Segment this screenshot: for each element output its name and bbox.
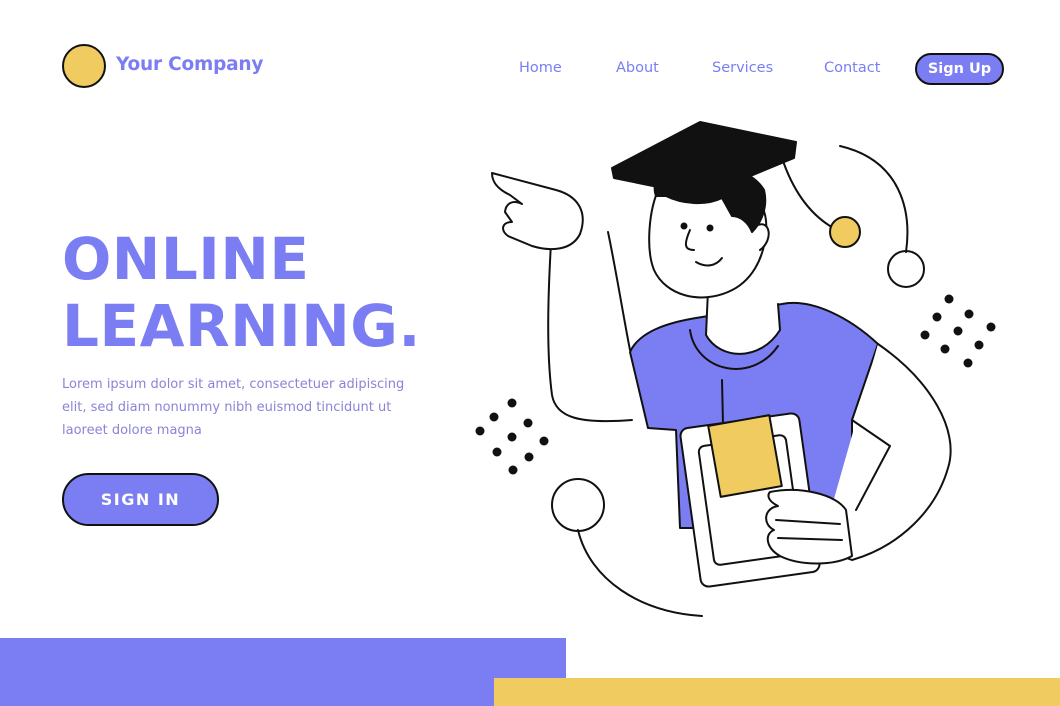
cap-tassel-ball bbox=[829, 216, 861, 248]
book-yellow bbox=[707, 414, 783, 498]
graduate-student-illustration bbox=[475, 121, 996, 617]
pointing-hand bbox=[491, 172, 584, 251]
outline-circle-left bbox=[551, 478, 605, 532]
bottom-band-purple bbox=[0, 638, 566, 706]
left-arm bbox=[547, 225, 633, 423]
orbit-line-bottom bbox=[577, 529, 703, 617]
cap-tassel-string bbox=[781, 157, 831, 227]
dots-cluster-left bbox=[475, 398, 549, 475]
dots-cluster-right bbox=[920, 294, 996, 368]
graduation-cap bbox=[611, 121, 797, 197]
bottom-band-yellow bbox=[494, 678, 1060, 706]
outline-circle-right bbox=[887, 250, 925, 288]
